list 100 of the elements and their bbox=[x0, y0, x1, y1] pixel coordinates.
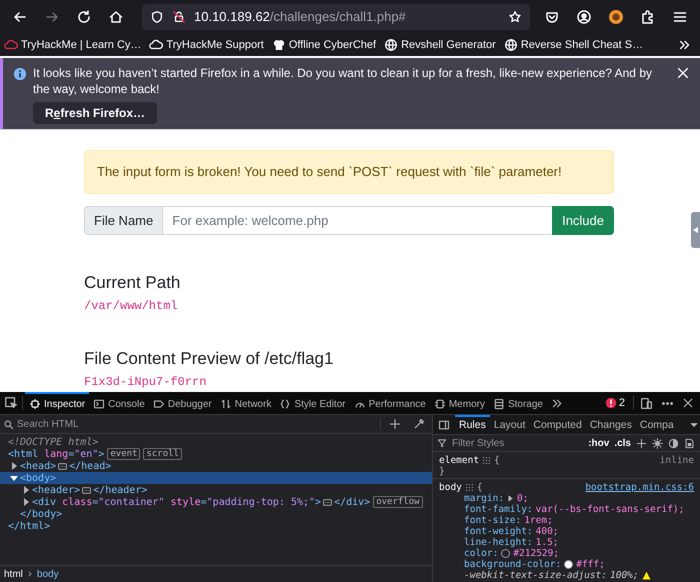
sidebar-handle[interactable] bbox=[691, 212, 700, 248]
shield-icon bbox=[150, 10, 164, 24]
markup-tag: <div class="container" style="padding-top: 5%;"> bbox=[32, 494, 322, 510]
side-tab[interactable]: Computed bbox=[529, 415, 586, 434]
bookmark[interactable]: Revshell Generator bbox=[384, 36, 496, 54]
rule-source: inline bbox=[660, 454, 694, 466]
devtools-tab[interactable]: Storage bbox=[488, 392, 547, 414]
chevrons-icon[interactable] bbox=[551, 396, 564, 410]
error-count[interactable]: 2 bbox=[618, 394, 625, 412]
collapsed-arrow-icon[interactable] bbox=[22, 498, 30, 506]
home-icon bbox=[108, 9, 124, 25]
filter-icon bbox=[437, 438, 447, 448]
network-icon bbox=[220, 398, 232, 410]
ellipsis-icon[interactable] bbox=[81, 486, 92, 494]
property-name: font-size: bbox=[464, 515, 522, 526]
file-name-input[interactable]: For example: welcome.php bbox=[163, 206, 552, 235]
storage-icon bbox=[492, 398, 505, 410]
bookmark[interactable]: TryHackMe Support bbox=[149, 36, 264, 54]
side-tab[interactable]: Rules bbox=[455, 415, 490, 434]
filter-field[interactable]: Filter Styles bbox=[452, 436, 542, 450]
include-button[interactable]: Include bbox=[552, 206, 614, 235]
markup-row[interactable]: <!DOCTYPE html> bbox=[0, 436, 432, 448]
add-icon[interactable] bbox=[636, 438, 647, 448]
section-heading: File Content Preview of /etc/flag1 bbox=[84, 349, 334, 369]
markup-row[interactable]: <div class="container" style="padding-top: 5%;"> </div> overflow bbox=[0, 496, 432, 508]
responsive-icon[interactable] bbox=[640, 396, 653, 410]
cloud-icon bbox=[4, 38, 18, 52]
property-value: 400; bbox=[536, 526, 559, 537]
breadcrumb[interactable]: html bbox=[4, 566, 23, 582]
console-icon bbox=[93, 398, 106, 410]
devtools-tab[interactable]: Debugger bbox=[148, 392, 216, 414]
markup-tag: <html lang="en"> bbox=[8, 446, 104, 462]
side-tab[interactable]: Changes bbox=[586, 415, 636, 434]
ellipsis-icon[interactable] bbox=[57, 462, 68, 470]
color-swatch[interactable] bbox=[501, 549, 510, 558]
globe-icon bbox=[384, 38, 398, 52]
markup-badge[interactable]: overflow bbox=[373, 496, 423, 508]
markup-tag: </div> bbox=[334, 494, 370, 510]
search-icon bbox=[3, 418, 14, 430]
side-tab[interactable]: Compa bbox=[636, 415, 678, 434]
markup-row[interactable]: <header> </header> bbox=[0, 484, 432, 496]
side-tab[interactable]: Layout bbox=[490, 415, 530, 434]
puzzle-icon[interactable] bbox=[640, 9, 656, 25]
picker-icon[interactable] bbox=[4, 396, 18, 410]
warning-icon bbox=[642, 571, 651, 580]
dark-mode-icon[interactable] bbox=[668, 438, 679, 448]
light-mode-icon[interactable] bbox=[652, 438, 663, 448]
breadcrumb[interactable]: body bbox=[36, 566, 59, 582]
dropdown-icon[interactable] bbox=[690, 420, 698, 428]
property-value: 1rem; bbox=[524, 515, 553, 526]
bookmark[interactable]: Reverse Shell Cheat S… bbox=[504, 36, 644, 54]
globe-icon bbox=[504, 38, 518, 52]
markup-row[interactable]: <html lang="en"> event scroll bbox=[0, 448, 432, 460]
property-value: #fff; bbox=[576, 559, 605, 570]
search-field[interactable]: Search HTML bbox=[17, 416, 377, 432]
chevrons-icon[interactable] bbox=[678, 38, 692, 52]
source-link[interactable]: bootstrap.min.css:6 bbox=[585, 482, 694, 492]
markup-row[interactable]: </html> bbox=[0, 520, 432, 532]
property-value: 100%; bbox=[610, 570, 639, 581]
markup-badge[interactable]: event bbox=[107, 448, 140, 460]
markup-row[interactable]: <head> </head> bbox=[0, 460, 432, 472]
devtools-tab[interactable]: Style Editor bbox=[275, 392, 350, 414]
info-icon bbox=[13, 67, 27, 81]
devtools-tab[interactable]: Memory bbox=[430, 392, 489, 414]
refresh-firefox-button[interactable]: Refresh Firefox… bbox=[33, 102, 158, 124]
sidebar-toggle-icon[interactable] bbox=[438, 418, 450, 430]
collapsed-arrow-icon[interactable] bbox=[10, 462, 18, 470]
bookmark[interactable]: Offline CyberChef bbox=[272, 36, 376, 54]
ellipsis-icon[interactable] bbox=[322, 498, 334, 506]
expanded-arrow-icon[interactable] bbox=[10, 474, 18, 482]
input-label: File Name bbox=[84, 206, 164, 235]
markup-tag: </header> bbox=[93, 482, 148, 498]
extension-icon[interactable] bbox=[608, 9, 624, 25]
brace-text: } bbox=[439, 466, 445, 477]
eyedropper-icon[interactable] bbox=[413, 418, 425, 430]
markup-row[interactable]: </body> bbox=[0, 508, 432, 520]
property-name: background-color: bbox=[464, 559, 562, 570]
devtools-tab[interactable]: Console bbox=[89, 392, 149, 414]
collapsed-arrow-icon[interactable] bbox=[22, 486, 30, 494]
devtools-tab[interactable]: Performance bbox=[350, 392, 430, 414]
chevron-icon bbox=[26, 570, 34, 578]
add-icon[interactable] bbox=[389, 418, 401, 430]
markup-badge[interactable]: scroll bbox=[143, 448, 182, 460]
address-bar[interactable]: 10.10.189.62/challenges/chall1.php# bbox=[142, 4, 530, 30]
memory-icon bbox=[434, 398, 446, 410]
property-value: 0; bbox=[517, 493, 528, 504]
toggle-button[interactable]: .cls bbox=[614, 436, 631, 450]
color-swatch[interactable] bbox=[564, 560, 574, 569]
devtools-tab[interactable]: Inspector bbox=[25, 392, 90, 414]
error-icon bbox=[604, 397, 617, 409]
markup-row[interactable]: <body> bbox=[0, 472, 432, 484]
property-name: margin: bbox=[464, 493, 504, 504]
expand-arrow-icon[interactable] bbox=[507, 495, 514, 502]
toggle-button[interactable]: :hov bbox=[588, 436, 610, 450]
url-text: 10.10.189.62/challenges/chall1.php# bbox=[194, 8, 407, 26]
account-icon[interactable] bbox=[576, 9, 592, 25]
bookmark[interactable]: TryHackMe | Learn Cy… bbox=[4, 36, 142, 54]
markup-tag: </head> bbox=[69, 458, 112, 474]
devtools-tab[interactable]: Network bbox=[216, 392, 276, 414]
close-icon[interactable] bbox=[682, 397, 694, 409]
